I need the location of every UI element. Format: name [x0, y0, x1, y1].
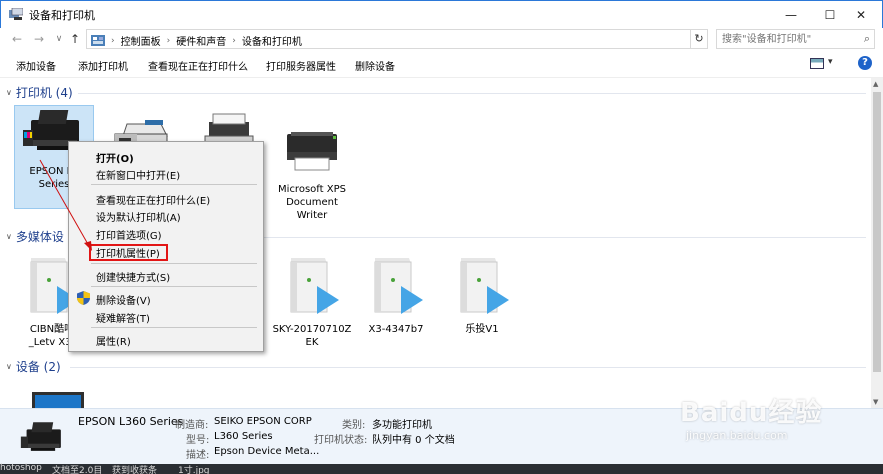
control-panel-icon: [91, 35, 105, 46]
watermark-logo: Baidu经验: [680, 398, 823, 428]
media-item-x3[interactable]: X3-4347b7: [356, 250, 436, 350]
group-divider: [78, 93, 866, 94]
taskbar-item[interactable]: 获到收获条: [112, 463, 157, 474]
scroll-up-icon[interactable]: ▲: [873, 80, 878, 88]
view-options-dropdown-icon[interactable]: ▾: [828, 57, 833, 67]
group-divider: [70, 367, 866, 368]
breadcrumb: › 控制面板 › 硬件和声音 › 设备和打印机: [91, 33, 302, 48]
media-server-icon: [374, 258, 423, 314]
details-label-category: 类别:: [342, 420, 366, 431]
breadcrumb-separator: ›: [111, 35, 115, 46]
taskbar: hotoshop 文档至2.0目 获到收获条 1寸.jpg: [0, 463, 883, 474]
menu-item-properties[interactable]: 属性(R): [96, 333, 131, 348]
address-row: ← → ∨ ↑ › 控制面板 › 硬件和声音 › 设备和打印机 ⌄ ↻ ⌕: [0, 28, 883, 50]
up-button[interactable]: ↑: [66, 30, 84, 48]
monitor-icon: [32, 392, 84, 408]
menu-item-troubleshoot[interactable]: 疑难解答(T): [96, 310, 150, 325]
media-server-icon: [290, 258, 339, 314]
multimedia-group-title: 多媒体设: [15, 230, 64, 244]
breadcrumb-separator: ›: [166, 35, 171, 46]
print-server-properties-button[interactable]: 打印服务器属性: [266, 58, 336, 73]
scrollbar-thumb[interactable]: [873, 92, 881, 372]
breadcrumb-devices-printers[interactable]: 设备和打印机: [242, 33, 302, 48]
details-value-category: 多功能打印机: [372, 420, 432, 431]
details-value-manufacturer: SEIKO EPSON CORP: [214, 416, 312, 427]
scroll-down-icon[interactable]: ▼: [873, 398, 878, 406]
close-button[interactable]: ✕: [838, 1, 883, 29]
printer-icon: [287, 132, 337, 171]
watermark-url: jingyan.baidu.com: [686, 429, 788, 442]
context-menu: 打开(O) 在新窗口中打开(E) 查看现在正在打印什么(E) 设为默认打印机(A…: [68, 141, 264, 352]
title-bar: 设备和打印机 — ☐ ✕: [0, 0, 883, 28]
menu-separator: [91, 263, 257, 264]
group-divider: [264, 237, 866, 238]
menu-item-create-shortcut[interactable]: 创建快捷方式(S): [96, 269, 170, 284]
forward-button[interactable]: →: [30, 30, 48, 48]
remove-device-button[interactable]: 删除设备: [355, 58, 395, 73]
media-server-icon: [460, 258, 509, 314]
breadcrumb-separator: ›: [232, 35, 236, 46]
details-label-manufacturer: 制造商:: [175, 420, 209, 431]
help-button[interactable]: ?: [858, 56, 872, 70]
menu-item-open-new-window[interactable]: 在新窗口中打开(E): [96, 167, 180, 182]
details-value-printer-status: 队列中有 0 个文档: [372, 435, 455, 446]
details-label-model: 型号:: [186, 435, 210, 446]
media-label: 乐投V1: [465, 324, 499, 335]
taskbar-item[interactable]: 文档至2.0目: [52, 463, 102, 474]
printers-group-header[interactable]: ∨ 打印机 (4): [6, 84, 73, 101]
menu-separator: [91, 286, 257, 287]
devices-group-header[interactable]: ∨ 设备 (2): [6, 358, 61, 375]
taskbar-item[interactable]: hotoshop: [0, 463, 42, 473]
window-title: 设备和打印机: [29, 9, 95, 22]
taskbar-item[interactable]: 1寸.jpg: [178, 463, 210, 474]
see-whats-printing-button[interactable]: 查看现在正在打印什么: [148, 58, 248, 73]
details-value-model: L360 Series: [214, 431, 273, 442]
devices-printers-icon: [9, 8, 23, 20]
printer-item-xps[interactable]: Microsoft XPS Document Writer: [272, 122, 352, 222]
collapse-chevron-icon[interactable]: ∨: [6, 88, 12, 97]
search-icon[interactable]: ⌕: [864, 32, 870, 46]
search-input[interactable]: [717, 30, 855, 48]
menu-separator: [91, 184, 257, 185]
address-bar[interactable]: › 控制面板 › 硬件和声音 › 设备和打印机 ⌄: [86, 29, 708, 49]
command-bar: 添加设备 添加打印机 查看现在正在打印什么 打印服务器属性 删除设备 ▾ ?: [0, 52, 883, 78]
uac-shield-icon: [77, 291, 90, 305]
menu-item-remove-device[interactable]: 删除设备(V): [96, 292, 151, 307]
printers-group-title: 打印机 (4): [15, 86, 73, 100]
add-printer-button[interactable]: 添加打印机: [78, 58, 128, 73]
highlight-box: [89, 244, 168, 261]
media-item-sky[interactable]: SKY-20170710Z EK: [272, 250, 352, 350]
refresh-button[interactable]: ↻: [690, 29, 708, 49]
details-value-description: Epson Device Meta...: [214, 446, 320, 457]
media-item-letou[interactable]: 乐投V1: [442, 250, 522, 350]
menu-item-see-printing[interactable]: 查看现在正在打印什么(E): [96, 192, 210, 207]
breadcrumb-hardware-sound[interactable]: 硬件和声音: [176, 33, 226, 48]
media-label: X3-4347b7: [368, 324, 424, 335]
menu-item-set-default[interactable]: 设为默认打印机(A): [96, 209, 181, 224]
view-options-icon[interactable]: [810, 58, 824, 69]
collapse-chevron-icon[interactable]: ∨: [6, 232, 12, 241]
menu-separator: [91, 327, 257, 328]
inkjet-printer-icon: [20, 422, 61, 451]
printer-label: Microsoft XPS Document Writer: [278, 184, 346, 221]
baidu-watermark: Baidu经验 jingyan.baidu.com: [680, 392, 822, 442]
collapse-chevron-icon[interactable]: ∨: [6, 362, 12, 371]
details-label-printer-status: 打印机状态:: [314, 435, 368, 446]
details-label-description: 描述:: [186, 450, 210, 461]
back-button[interactable]: ←: [8, 30, 26, 48]
media-label: SKY-20170710Z EK: [272, 324, 352, 348]
multimedia-group-header[interactable]: ∨ 多媒体设: [6, 228, 64, 245]
devices-group-title: 设备 (2): [15, 360, 61, 374]
menu-item-open[interactable]: 打开(O): [96, 150, 134, 165]
breadcrumb-control-panel[interactable]: 控制面板: [121, 33, 161, 48]
menu-item-printing-preferences[interactable]: 打印首选项(G): [96, 227, 162, 242]
search-box[interactable]: ⌕: [716, 29, 875, 49]
vertical-scrollbar[interactable]: ▲ ▼: [871, 78, 883, 408]
details-device-name: EPSON L360 Series: [78, 415, 184, 428]
add-device-button[interactable]: 添加设备: [16, 58, 56, 73]
